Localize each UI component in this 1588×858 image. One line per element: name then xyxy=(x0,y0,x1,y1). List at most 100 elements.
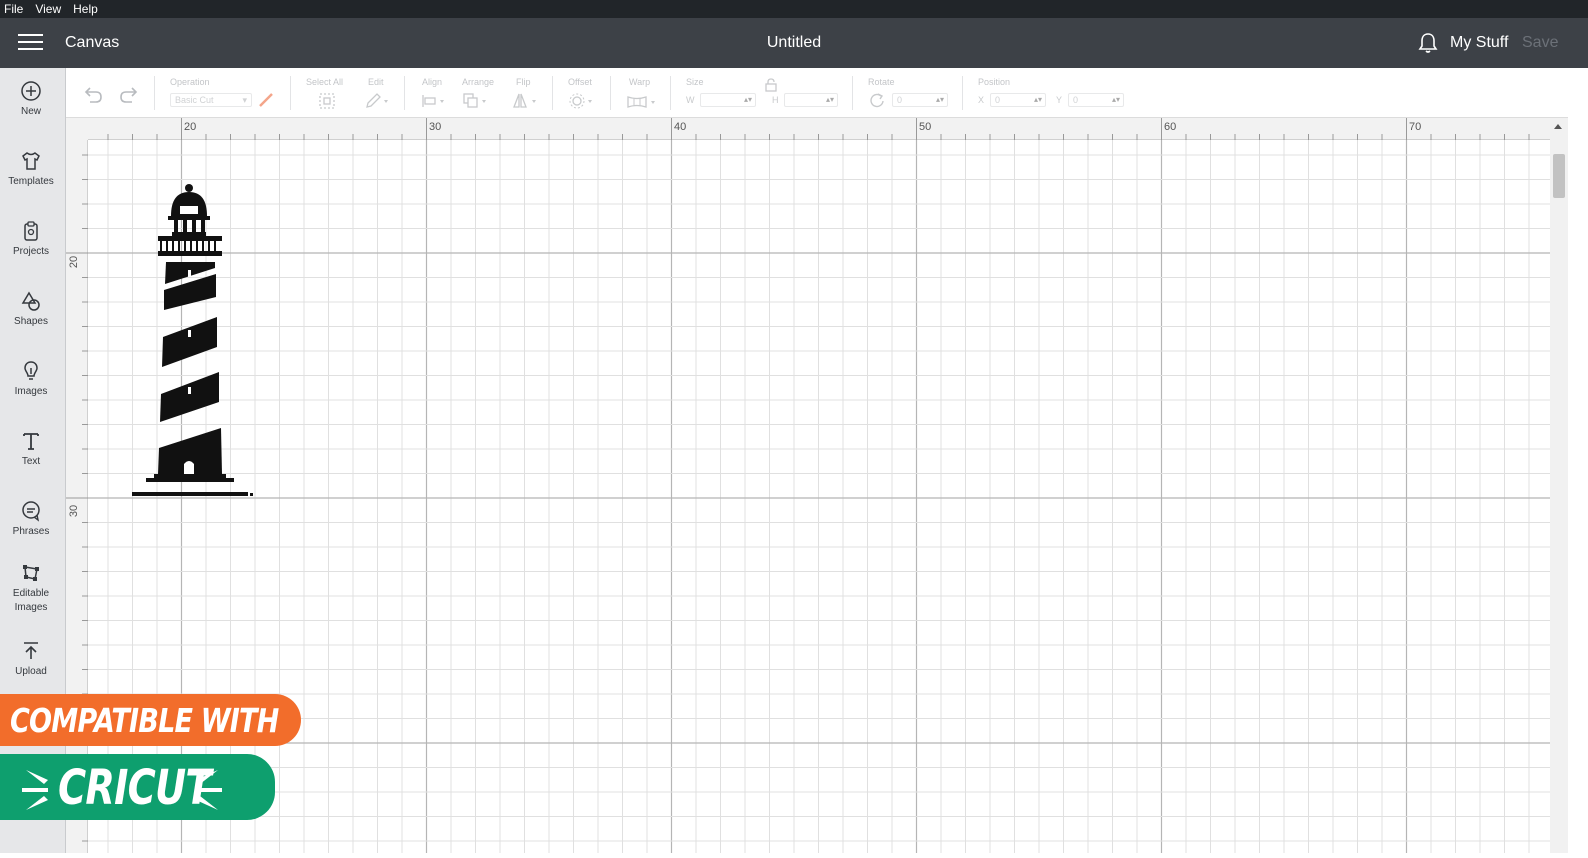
sidebar-item-projects[interactable]: Projects xyxy=(0,220,62,259)
size-label: Size xyxy=(686,77,704,87)
ruler-corner xyxy=(66,118,88,140)
chevron-down-icon: ▾ xyxy=(242,95,247,105)
operation-value: Basic Cut xyxy=(175,95,214,105)
rotate-input[interactable]: 0 ▴▾ xyxy=(892,93,948,107)
menu-file[interactable]: File xyxy=(0,2,27,16)
ruler-label: 30 xyxy=(68,504,81,518)
position-x-input[interactable]: 0 ▴▾ xyxy=(990,93,1046,107)
sidebar-item-upload[interactable]: Upload xyxy=(0,640,62,679)
rotate-label: Rotate xyxy=(868,77,895,87)
position-y-input[interactable]: 0 ▴▾ xyxy=(1068,93,1124,107)
cricut-badge: CRICUT xyxy=(0,754,275,820)
scroll-up-icon[interactable] xyxy=(1554,124,1562,129)
select-all-label: Select All xyxy=(306,77,344,87)
my-stuff-link[interactable]: My Stuff xyxy=(1450,34,1508,52)
edit-label: Edit xyxy=(368,77,384,87)
sidebar-label: Editable Images xyxy=(12,588,50,613)
stepper-icon[interactable]: ▴▾ xyxy=(744,94,752,106)
compatible-with-badge: COMPATIBLE WITH xyxy=(0,694,301,746)
notification-bell-icon[interactable] xyxy=(1418,32,1438,54)
sidebar-label: Text xyxy=(21,456,41,467)
select-all-icon[interactable] xyxy=(318,92,336,110)
clipboard-icon xyxy=(24,221,38,241)
arrange-label: Arrange xyxy=(462,77,495,87)
width-input[interactable]: ▴▾ xyxy=(700,93,756,107)
left-ruler: 20 30 xyxy=(66,140,88,853)
sidebar-item-templates[interactable]: Templates xyxy=(0,150,62,189)
position-label: Position xyxy=(978,77,1011,87)
shirt-icon xyxy=(22,152,40,170)
toolbar-divider xyxy=(670,76,671,110)
save-button[interactable]: Save xyxy=(1522,34,1558,52)
x-label: X xyxy=(978,95,985,105)
sidebar-item-phrases[interactable]: Phrases xyxy=(0,500,62,539)
flip-icon[interactable] xyxy=(512,92,540,110)
canvas-grid[interactable] xyxy=(88,140,1550,853)
edit-toolbar: Operation Basic Cut ▾ Select All Edit Ali… xyxy=(66,68,1588,118)
lock-icon[interactable] xyxy=(764,78,778,92)
sidebar-label: Images xyxy=(14,386,48,397)
sparkle-right-icon xyxy=(196,770,222,810)
left-ruler-ticks xyxy=(66,154,88,842)
operation-label: Operation xyxy=(170,77,210,87)
menu-view[interactable]: View xyxy=(31,2,65,16)
width-label: W xyxy=(686,95,695,105)
warp-icon[interactable] xyxy=(626,94,660,110)
shapes-icon xyxy=(21,291,40,311)
window-edge xyxy=(1568,68,1588,853)
scrollbar-thumb[interactable] xyxy=(1553,154,1565,198)
sidebar-item-text[interactable]: Text xyxy=(0,430,62,469)
toolbar-divider xyxy=(852,76,853,110)
speech-bubble-icon xyxy=(22,501,40,522)
toolbar-divider xyxy=(154,76,155,110)
document-title[interactable]: Untitled xyxy=(0,34,1588,52)
editable-image-icon xyxy=(23,565,39,581)
stepper-icon[interactable]: ▴▾ xyxy=(1112,94,1120,106)
x-value: 0 xyxy=(995,95,1001,105)
sparkle-left-icon xyxy=(22,770,48,810)
top-ruler: 20 30 40 50 60 70 xyxy=(66,118,1550,140)
y-label: Y xyxy=(1056,95,1063,105)
lighthouse-image[interactable] xyxy=(128,182,256,502)
ruler-label: 70 xyxy=(1409,121,1422,133)
y-value: 0 xyxy=(1073,95,1079,105)
ruler-label: 50 xyxy=(919,121,932,133)
toolbar-divider xyxy=(552,76,553,110)
sidebar-label: Templates xyxy=(8,176,54,187)
sidebar-label: Phrases xyxy=(12,526,50,537)
stepper-icon[interactable]: ▴▾ xyxy=(1034,94,1042,106)
sidebar-item-shapes[interactable]: Shapes xyxy=(0,290,62,329)
stepper-icon[interactable]: ▴▾ xyxy=(826,94,834,106)
pen-color-icon[interactable] xyxy=(258,92,274,108)
ruler-label: 30 xyxy=(429,121,442,133)
vertical-scrollbar[interactable] xyxy=(1550,118,1568,853)
menu-help[interactable]: Help xyxy=(69,2,102,16)
sidebar-item-images[interactable]: Images xyxy=(0,360,62,399)
compatible-with-text: COMPATIBLE WITH xyxy=(10,701,279,740)
stepper-icon[interactable]: ▴▾ xyxy=(936,94,944,106)
edit-pencil-icon[interactable] xyxy=(364,92,392,110)
ruler-label: 20 xyxy=(184,121,197,133)
sidebar-item-new[interactable]: New xyxy=(0,80,62,119)
redo-icon[interactable] xyxy=(118,86,140,104)
toolbar-divider xyxy=(290,76,291,110)
toolbar-divider xyxy=(404,76,405,110)
warp-label: Warp xyxy=(629,77,651,87)
height-input[interactable]: ▴▾ xyxy=(784,93,838,107)
arrange-icon[interactable] xyxy=(462,92,490,110)
top-ruler-ticks xyxy=(107,118,1530,140)
rotate-icon[interactable] xyxy=(868,92,886,110)
ruler-label: 40 xyxy=(674,121,687,133)
flip-label: Flip xyxy=(516,77,531,87)
align-icon[interactable] xyxy=(420,92,448,110)
sidebar-item-editable-images[interactable]: Editable Images xyxy=(0,562,62,615)
operation-select[interactable]: Basic Cut ▾ xyxy=(170,93,252,107)
sidebar-label: Projects xyxy=(12,246,50,257)
ruler-label: 60 xyxy=(1164,121,1177,133)
undo-icon[interactable] xyxy=(82,86,104,104)
toolbar-divider xyxy=(962,76,963,110)
plus-circle-icon xyxy=(21,81,41,101)
offset-label: Offset xyxy=(568,77,592,87)
offset-icon[interactable] xyxy=(568,92,596,110)
sidebar-label: Shapes xyxy=(14,316,48,327)
